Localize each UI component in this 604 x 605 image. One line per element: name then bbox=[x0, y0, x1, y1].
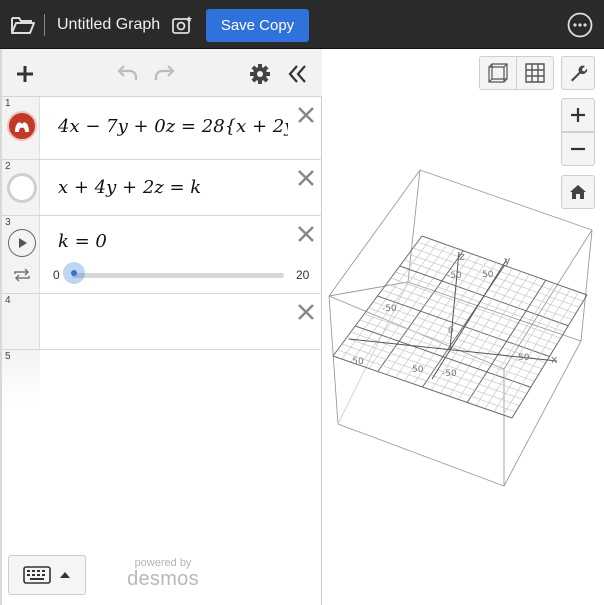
play-icon bbox=[19, 238, 27, 248]
camera-icon bbox=[172, 16, 192, 34]
tick-label: -50 bbox=[447, 271, 462, 281]
delete-expression-button[interactable] bbox=[296, 105, 316, 125]
top-bar: Untitled Graph Save Copy bbox=[0, 0, 604, 49]
default-viewport-button[interactable] bbox=[561, 175, 595, 209]
undo-icon bbox=[117, 65, 138, 80]
slider-item[interactable]: 3 k = 0 0 20 bbox=[2, 216, 322, 294]
expression-list: 1 4x − 7y + 0z = 28{x + 2y - 2 x + 4y + … bbox=[2, 97, 322, 405]
folder-icon bbox=[11, 17, 35, 34]
slider-handle[interactable] bbox=[63, 262, 85, 284]
undo-button[interactable] bbox=[114, 61, 140, 87]
tick-label: -50 bbox=[382, 304, 397, 314]
surface-grid-line bbox=[341, 343, 520, 407]
axis-label-y: y bbox=[504, 254, 511, 267]
home-icon bbox=[570, 185, 586, 199]
more-horizontal-icon bbox=[567, 12, 593, 38]
graph-canvas[interactable]: -50 50 50 -50 0 -50 50 -50 z y x bbox=[322, 49, 604, 605]
gear-icon bbox=[250, 64, 270, 84]
surface-grid-line bbox=[493, 288, 571, 412]
expression-input[interactable]: 4x − 7y + 0z = 28{x + 2y - bbox=[58, 116, 288, 137]
zoom-out-button[interactable] bbox=[561, 132, 595, 166]
expression-toolbar bbox=[2, 49, 322, 97]
redo-icon bbox=[154, 65, 175, 80]
save-copy-button[interactable]: Save Copy bbox=[206, 9, 309, 42]
screenshot-button[interactable] bbox=[171, 13, 195, 37]
collapse-list-button[interactable] bbox=[285, 61, 311, 87]
grid-icon bbox=[525, 63, 545, 83]
expression-gutter: 4 bbox=[2, 294, 40, 349]
graph-settings-button[interactable] bbox=[247, 61, 273, 87]
plus-icon bbox=[571, 108, 585, 122]
slider-track[interactable] bbox=[72, 273, 284, 278]
slider-max-value[interactable]: 20 bbox=[296, 268, 309, 282]
graph-settings-wrench-button[interactable] bbox=[561, 56, 595, 90]
expression-gutter: 5 bbox=[2, 350, 40, 405]
expression-number: 4 bbox=[5, 295, 11, 306]
close-icon bbox=[298, 170, 314, 186]
play-slider-button[interactable] bbox=[8, 229, 36, 257]
minus-icon bbox=[571, 147, 585, 151]
tick-label: 50 bbox=[518, 353, 530, 363]
delete-expression-button[interactable] bbox=[296, 224, 316, 244]
tick-label: 50 bbox=[482, 270, 494, 280]
wrench-icon bbox=[571, 65, 588, 82]
slider-min-value[interactable]: 0 bbox=[53, 268, 60, 282]
expression-number: 1 bbox=[5, 98, 11, 109]
expression-item[interactable]: 1 4x − 7y + 0z = 28{x + 2y - bbox=[2, 97, 322, 160]
surface-grid-line bbox=[346, 337, 524, 400]
plus-icon bbox=[17, 66, 33, 82]
desmos-logo-text: desmos bbox=[127, 568, 199, 590]
expression-color-toggle[interactable] bbox=[7, 173, 37, 203]
expression-panel: 1 4x − 7y + 0z = 28{x + 2y - 2 x + 4y + … bbox=[0, 49, 322, 605]
add-item-button[interactable] bbox=[12, 61, 38, 87]
expression-gutter: 2 bbox=[2, 160, 40, 215]
double-chevron-left-icon bbox=[288, 65, 306, 83]
cube-icon bbox=[488, 63, 508, 83]
toolbar-divider bbox=[44, 14, 45, 36]
slider-expression-input[interactable]: k = 0 bbox=[58, 231, 107, 252]
main-menu-button[interactable] bbox=[567, 12, 593, 38]
close-icon bbox=[298, 226, 314, 242]
implicit-surface-icon bbox=[15, 122, 29, 132]
projection-toggle-button[interactable] bbox=[479, 56, 517, 90]
expression-item[interactable]: 2 x + 4y + 2z = k bbox=[2, 160, 322, 216]
expression-gutter: 3 bbox=[2, 216, 40, 293]
axis-label-x: x bbox=[551, 353, 558, 366]
graph-title[interactable]: Untitled Graph bbox=[57, 16, 160, 34]
powered-by-desmos[interactable]: powered by desmos bbox=[122, 557, 204, 591]
delete-expression-button[interactable] bbox=[296, 168, 316, 188]
expression-number: 5 bbox=[5, 351, 11, 362]
caret-up-icon bbox=[60, 572, 70, 578]
expression-gutter: 1 bbox=[2, 97, 40, 159]
keyboard-icon bbox=[23, 566, 51, 584]
delete-expression-button[interactable] bbox=[296, 302, 316, 322]
close-icon bbox=[298, 304, 314, 320]
axis-label-z: z bbox=[459, 250, 465, 263]
zoom-in-button[interactable] bbox=[561, 98, 595, 132]
redo-button[interactable] bbox=[152, 61, 178, 87]
close-icon bbox=[298, 107, 314, 123]
expression-item[interactable]: 4 bbox=[2, 294, 322, 350]
new-expression-item[interactable]: 5 bbox=[2, 350, 322, 405]
grid-toggle-button[interactable] bbox=[516, 56, 554, 90]
plane-surface-grid bbox=[332, 235, 588, 419]
tick-label: -50 bbox=[349, 357, 364, 367]
open-graph-button[interactable] bbox=[9, 13, 37, 37]
repeat-icon bbox=[14, 268, 30, 282]
tick-label: 0 bbox=[448, 326, 454, 336]
loop-mode-button[interactable] bbox=[12, 267, 32, 283]
expression-number: 3 bbox=[5, 217, 11, 228]
tick-label: -50 bbox=[442, 369, 457, 379]
expression-input[interactable]: x + 4y + 2z = k bbox=[58, 177, 201, 198]
expression-number: 2 bbox=[5, 161, 11, 172]
expression-color-toggle[interactable] bbox=[7, 111, 37, 141]
keyboard-toggle-button[interactable] bbox=[8, 555, 86, 595]
surface-grid-line bbox=[337, 349, 516, 413]
tick-label: 50 bbox=[412, 365, 424, 375]
